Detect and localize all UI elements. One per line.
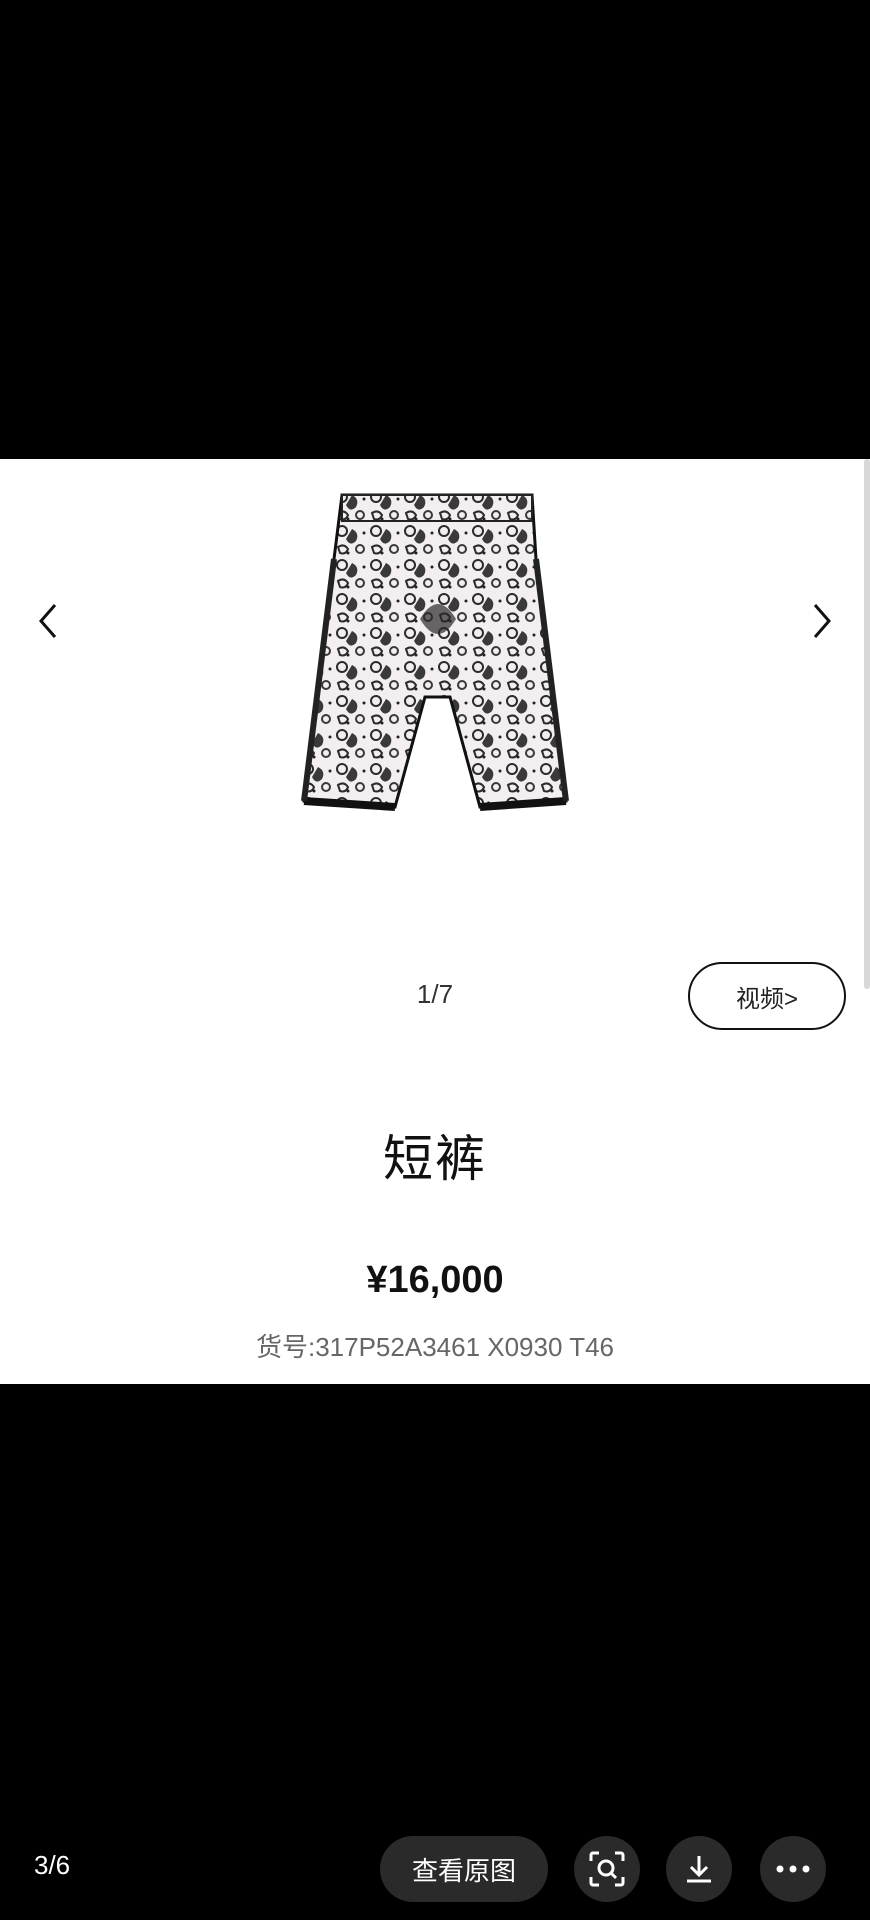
download-button[interactable] — [666, 1836, 732, 1902]
product-screenshot-panel: 1/7 视频> 短裤 ¥16,000 货号:317P52A3461 X0930 … — [0, 459, 870, 1384]
previous-arrow-button[interactable] — [26, 599, 70, 643]
product-shorts-image — [301, 493, 569, 811]
chevron-right-icon — [813, 604, 831, 638]
video-button[interactable]: 视频> — [688, 962, 846, 1030]
view-original-button[interactable]: 查看原图 — [380, 1836, 548, 1902]
product-sku: 货号:317P52A3461 X0930 T46 — [255, 1332, 614, 1362]
scan-search-icon — [589, 1851, 625, 1887]
product-price: ¥16,000 — [366, 1259, 504, 1301]
next-arrow-button[interactable] — [800, 599, 844, 643]
chevron-left-icon — [39, 604, 57, 638]
scrollbar[interactable] — [864, 459, 870, 989]
download-icon — [687, 1856, 711, 1883]
more-options-button[interactable] — [760, 1836, 826, 1902]
more-dots-icon — [776, 1865, 810, 1873]
image-search-button[interactable] — [574, 1836, 640, 1902]
product-title: 短裤 — [383, 1131, 487, 1187]
page-indicator: 3/6 — [34, 1850, 71, 1880]
